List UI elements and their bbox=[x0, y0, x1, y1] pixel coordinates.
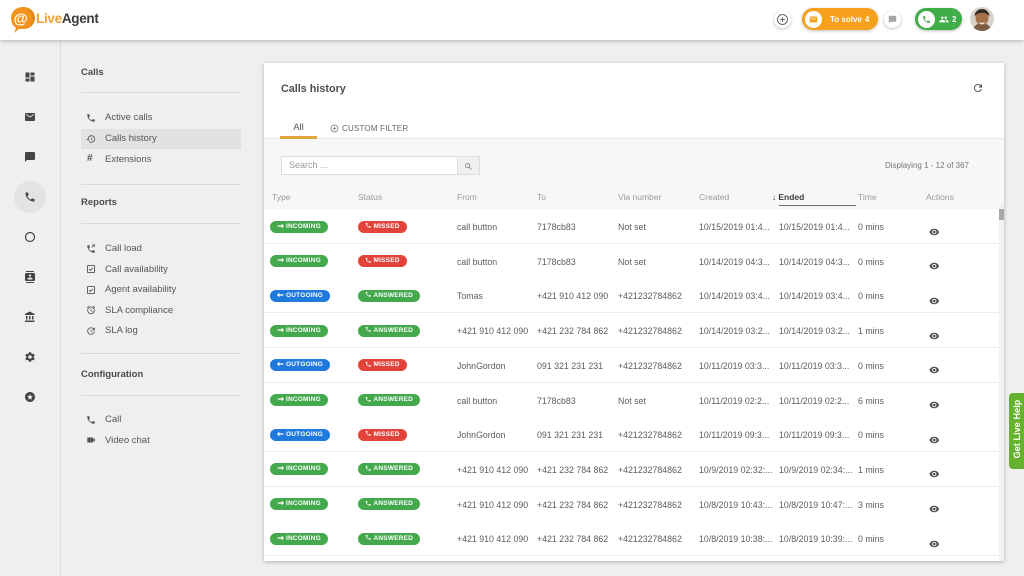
svg-text:@: @ bbox=[14, 11, 28, 27]
